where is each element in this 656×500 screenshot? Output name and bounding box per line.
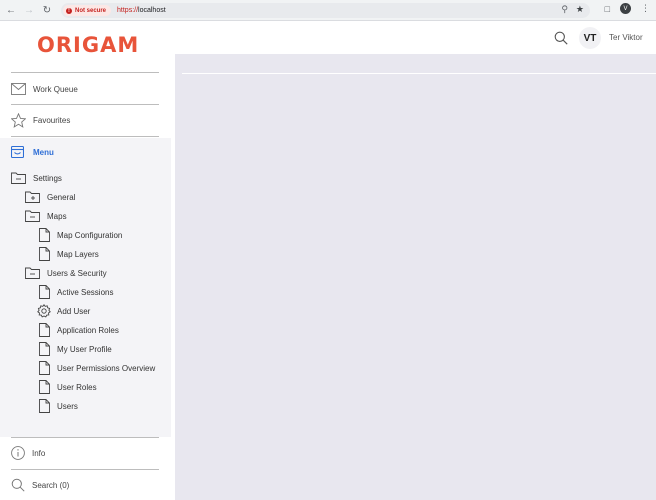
tree-item-map-layers[interactable]: Map Layers [39,247,99,261]
tree-item-user-roles[interactable]: User Roles [39,380,97,394]
document-icon [39,380,50,394]
sidebar-item-menu[interactable]: Menu [11,146,54,158]
sidebar-item-label: Favourites [33,116,71,125]
kebab-menu-icon[interactable]: ⋮ [641,3,650,14]
tree-item-label: Users [57,401,78,411]
tree-item-label: User Roles [57,382,97,392]
tree-item-label: User Permissions Overview [57,363,156,373]
document-icon [39,399,50,413]
main-divider [182,73,656,74]
origam-logo: ORIGAM [37,33,140,57]
folder-open-icon [25,210,40,222]
tree-item-label: Map Configuration [57,230,123,240]
tree-folder-settings[interactable]: Settings [11,172,62,184]
tree-item-user-permissions-overview[interactable]: User Permissions Overview [39,361,155,375]
security-chip[interactable]: ! Not secure [63,5,112,16]
sidebar-divider [11,437,159,438]
folder-closed-icon [25,191,40,203]
tree-item-label: Users & Security [47,268,107,278]
tree-folder-general[interactable]: General [25,191,75,203]
tree-item-label: General [47,192,76,202]
bookmark-star-icon[interactable]: ★ [576,4,584,15]
forward-arrow-icon[interactable]: → [22,3,36,17]
tree-item-users[interactable]: Users [39,399,78,413]
sidebar-divider [11,72,159,73]
document-icon [39,323,50,337]
search-icon [11,478,25,492]
warning-icon: ! [66,7,72,14]
extensions-icon[interactable]: □ [605,4,610,14]
gear-icon [37,304,51,318]
url-text: https://localhost [117,7,166,14]
document-icon [39,342,50,356]
zoom-icon[interactable]: ⚲ [561,4,568,15]
sidebar-divider [11,469,159,470]
document-icon [39,361,50,375]
tree-item-my-user-profile[interactable]: My User Profile [39,342,112,356]
tree-item-label: Active Sessions [57,287,114,297]
tree-item-application-roles[interactable]: Application Roles [39,323,119,337]
sidebar-item-label: Work Queue [33,84,78,94]
document-icon [39,247,50,261]
tree-item-label: Add User [57,306,91,316]
url-host: localhost [138,7,166,14]
sidebar-item-search[interactable]: Search (0) [11,478,69,492]
tree-item-label: My User Profile [57,344,112,354]
sidebar-item-favourites[interactable]: Favourites [11,113,70,128]
tree-item-add-user[interactable]: Add User [37,304,90,318]
security-label: Not secure [75,7,107,14]
user-avatar[interactable]: VT [579,27,601,49]
star-icon [11,113,26,128]
tree-folder-users-security[interactable]: Users & Security [25,267,107,279]
profile-avatar[interactable]: V [620,3,631,14]
sidebar-divider [11,136,159,137]
document-icon [39,228,50,242]
folder-open-icon [11,172,26,184]
sidebar-item-work-queue[interactable]: Work Queue [11,83,78,95]
sidebar-divider [11,104,159,105]
sidebar-item-info[interactable]: Info [11,446,45,460]
tree-item-active-sessions[interactable]: Active Sessions [39,285,113,299]
sidebar-item-label: Info [32,448,46,458]
tree-item-label: Settings [33,173,62,183]
back-arrow-icon[interactable]: ← [4,3,18,17]
document-icon [39,285,50,299]
main-content [175,54,656,500]
tree-folder-maps[interactable]: Maps [25,210,67,222]
search-icon[interactable] [554,31,568,45]
reload-icon[interactable]: ↻ [40,3,54,17]
info-icon [11,446,25,460]
envelope-icon [11,83,26,95]
tree-item-map-configuration[interactable]: Map Configuration [39,228,122,242]
tree-item-label: Maps [47,211,67,221]
sidebar-item-label: Search (0) [32,480,70,490]
user-name[interactable]: Ter Viktor [609,33,643,42]
menu-box-icon [11,146,24,158]
browser-toolbar: ← → ↻ ! Not secure https://localhost ⚲ ★… [0,0,656,21]
tree-item-label: Application Roles [57,325,119,335]
tree-item-label: Map Layers [57,249,99,259]
url-scheme: https:// [117,7,139,14]
sidebar-item-label: Menu [33,147,54,157]
address-bar[interactable]: ! Not secure https://localhost ⚲ ★ [61,3,590,18]
folder-open-icon [25,267,40,279]
